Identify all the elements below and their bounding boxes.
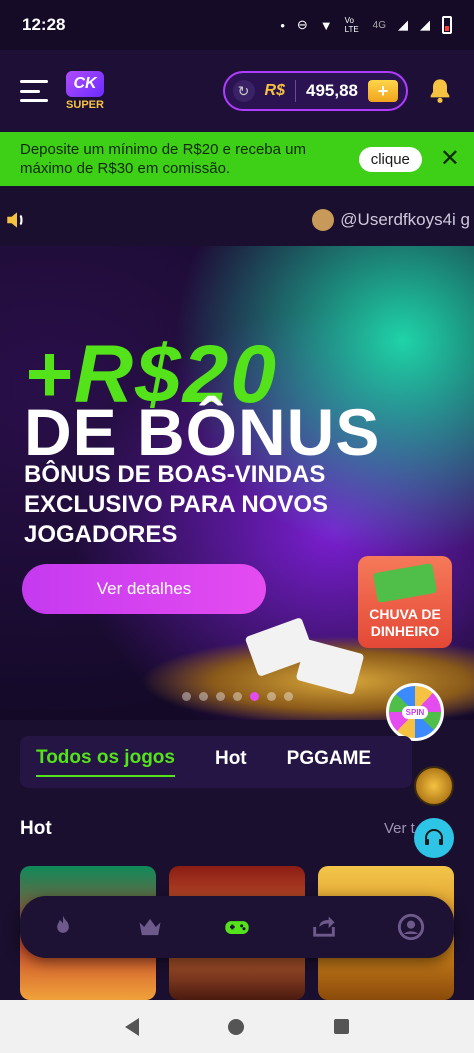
dot-icon: • xyxy=(280,17,285,33)
hero-banner[interactable]: +R$20 DE BÔNUS BÔNUS DE BOAS-VINDAS EXCL… xyxy=(0,246,474,720)
recent-apps-icon[interactable] xyxy=(334,1019,350,1034)
see-all-link[interactable]: Ver t xyxy=(384,820,415,837)
balance-value: 495,88 xyxy=(306,81,358,100)
section-title: Hot xyxy=(20,818,52,839)
carousel-dot-active[interactable] xyxy=(250,692,259,701)
logo-mark: CK xyxy=(66,71,104,97)
refresh-icon[interactable]: ↻ xyxy=(232,80,255,102)
see-details-button[interactable]: Ver detalhes xyxy=(22,564,266,614)
tab-hot[interactable]: Hot xyxy=(215,748,247,776)
cash-icon xyxy=(372,563,438,603)
avatar xyxy=(312,209,335,231)
menu-icon[interactable] xyxy=(20,80,48,102)
promo-text: Deposite um mínimo de R$20 e receba um m… xyxy=(20,141,306,177)
marquee-text: @Userdfkoys4i g xyxy=(340,210,470,229)
spin-label: SPIN xyxy=(401,705,429,719)
volte-label: Vo LTE xyxy=(344,16,359,34)
promo-click-button[interactable]: clique xyxy=(358,146,422,172)
announcement-marquee: @Userdfkoys4i g xyxy=(0,200,474,240)
nav-crown-icon[interactable] xyxy=(133,910,167,944)
coins-icon[interactable] xyxy=(414,766,454,806)
bottom-nav xyxy=(20,896,454,958)
logo-text: SUPER xyxy=(66,99,104,111)
status-icons: • ⊖ ▼ Vo LTE 4G ◢ ◢ xyxy=(280,16,452,34)
deposit-icon[interactable]: + xyxy=(368,80,398,102)
nav-profile-icon[interactable] xyxy=(394,910,428,944)
nav-flame-icon[interactable] xyxy=(46,910,80,944)
network-type-label: 4G xyxy=(372,19,386,31)
home-icon[interactable] xyxy=(228,1018,245,1035)
status-time: 12:28 xyxy=(22,15,66,34)
signal-icon-2: ◢ xyxy=(420,17,430,32)
carousel-dots xyxy=(182,692,293,701)
nav-gamepad-icon[interactable] xyxy=(220,910,254,944)
bell-icon[interactable] xyxy=(426,77,454,105)
divider xyxy=(295,80,296,102)
game-category-tabs: Todos os jogos Hot PGGAME xyxy=(20,736,412,788)
logo[interactable]: CK SUPER xyxy=(66,71,104,111)
back-icon[interactable] xyxy=(124,1017,139,1036)
carousel-dot[interactable] xyxy=(267,692,276,701)
carousel-dot[interactable] xyxy=(284,692,293,701)
bonus-subtitle: BÔNUS DE BOAS-VINDAS EXCLUSIVO PARA NOVO… xyxy=(24,461,329,548)
app-header: CK SUPER ↻ R$ 495,88 + xyxy=(0,50,474,132)
nav-share-icon[interactable] xyxy=(307,910,341,944)
system-nav-bar xyxy=(0,1000,474,1053)
status-bar: 12:28 • ⊖ ▼ Vo LTE 4G ◢ ◢ xyxy=(0,0,474,50)
close-icon[interactable]: ✕ xyxy=(440,147,460,171)
carousel-dot[interactable] xyxy=(233,692,242,701)
signal-icon: ◢ xyxy=(398,17,408,32)
wifi-icon: ▼ xyxy=(319,17,333,33)
tab-all-games[interactable]: Todos os jogos xyxy=(36,747,175,777)
wallet-balance[interactable]: ↻ R$ 495,88 + xyxy=(222,71,408,111)
carousel-dot[interactable] xyxy=(216,692,225,701)
money-rain-button[interactable]: CHUVA DE DINHEIRO xyxy=(358,556,452,648)
do-not-disturb-icon: ⊖ xyxy=(296,17,308,32)
support-icon[interactable] xyxy=(414,818,454,858)
currency-label: R$ xyxy=(264,82,285,99)
bonus-title: DE BÔNUS xyxy=(24,395,381,469)
battery-icon xyxy=(442,16,452,34)
money-rain-label: CHUVA DE DINHEIRO xyxy=(369,606,441,639)
carousel-dot[interactable] xyxy=(182,692,191,701)
promo-banner: Deposite um mínimo de R$20 e receba um m… xyxy=(0,132,474,186)
spin-wheel-button[interactable]: SPIN xyxy=(386,683,444,741)
speaker-icon xyxy=(7,212,23,228)
tab-pggame[interactable]: PGGAME xyxy=(287,748,371,776)
carousel-dot[interactable] xyxy=(199,692,208,701)
